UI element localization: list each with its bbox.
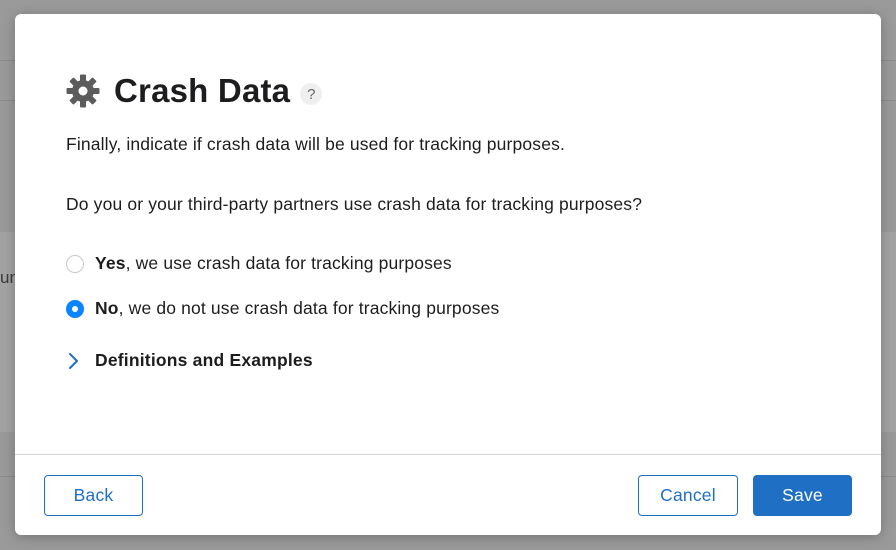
save-button[interactable]: Save — [753, 475, 852, 516]
footer-divider — [15, 454, 881, 455]
crash-data-dialog: Crash Data ? Finally, indicate if crash … — [15, 14, 881, 535]
chevron-right-icon — [66, 351, 82, 371]
radio-option-no[interactable]: No, we do not use crash data for trackin… — [66, 298, 499, 319]
radio-yes-rest: , we use crash data for tracking purpose… — [125, 253, 452, 273]
back-button[interactable]: Back — [44, 475, 143, 516]
radio-yes-strong: Yes — [95, 253, 126, 273]
help-icon[interactable]: ? — [300, 83, 323, 105]
definitions-disclosure[interactable]: Definitions and Examples — [66, 350, 313, 371]
radio-label-no: No, we do not use crash data for trackin… — [95, 298, 499, 319]
disclosure-label: Definitions and Examples — [95, 350, 313, 370]
radio-option-yes[interactable]: Yes, we use crash data for tracking purp… — [66, 253, 452, 274]
question-text: Do you or your third-party partners use … — [66, 194, 643, 214]
radio-no-rest: , we do not use crash data for tracking … — [118, 298, 500, 318]
dialog-title: Crash Data — [114, 72, 291, 109]
dialog-header: Crash Data ? — [65, 72, 323, 110]
radio-button-yes[interactable] — [66, 254, 84, 273]
gear-icon — [65, 73, 101, 109]
cancel-button[interactable]: Cancel — [638, 475, 738, 516]
radio-button-no[interactable] — [66, 299, 84, 318]
intro-text: Finally, indicate if crash data will be … — [66, 134, 565, 154]
radio-label-yes: Yes, we use crash data for tracking purp… — [95, 253, 452, 274]
radio-no-strong: No — [95, 298, 119, 318]
